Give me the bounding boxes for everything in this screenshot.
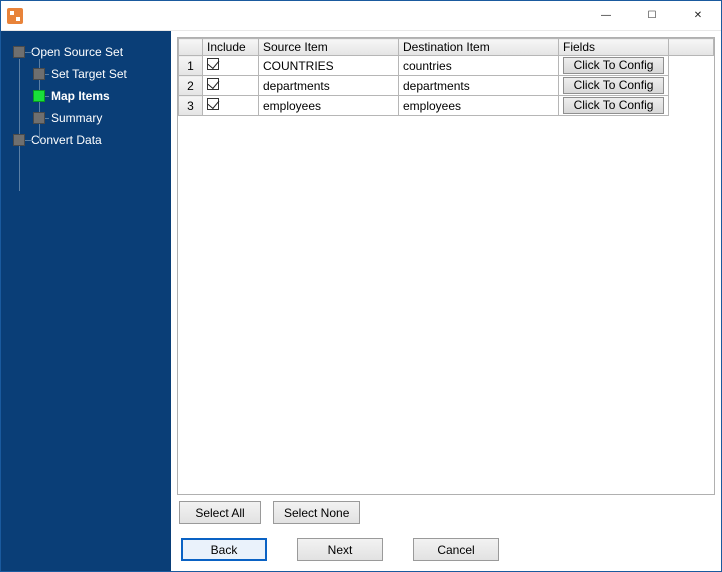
back-button[interactable]: Back [181,538,267,561]
grid-header-include[interactable]: Include [203,39,259,56]
source-item-cell[interactable]: employees [259,96,399,116]
grid-header-corner [179,39,203,56]
source-item-cell[interactable]: departments [259,76,399,96]
fields-cell: Click To Config [559,76,669,96]
include-cell[interactable] [203,96,259,116]
step-summary[interactable]: Summary [7,107,165,129]
wizard-nav-buttons: Back Next Cancel [177,530,715,561]
grid-header-destination[interactable]: Destination Item [399,39,559,56]
step-set-target-set[interactable]: Set Target Set [7,63,165,85]
include-cell[interactable] [203,56,259,76]
row-spacer [669,96,714,116]
step-convert-data[interactable]: Convert Data [7,129,165,151]
destination-item-cell[interactable]: departments [399,76,559,96]
row-spacer [669,56,714,76]
include-cell[interactable] [203,76,259,96]
fields-cell: Click To Config [559,56,669,76]
row-number[interactable]: 2 [179,76,203,96]
minimize-button[interactable]: — [583,1,629,30]
step-map-items[interactable]: Map Items [7,85,165,107]
window-controls: — ☐ ✕ [583,1,721,30]
row-number[interactable]: 1 [179,56,203,76]
maximize-button[interactable]: ☐ [629,1,675,30]
next-button[interactable]: Next [297,538,383,561]
app-icon [7,8,23,24]
mapping-grid: Include Source Item Destination Item Fie… [177,37,715,495]
include-checkbox[interactable] [207,78,219,90]
row-number[interactable]: 3 [179,96,203,116]
wizard-steps-sidebar: Open Source Set Set Target Set Map Items [1,31,171,571]
row-spacer [669,76,714,96]
step-open-source-set[interactable]: Open Source Set [7,41,165,63]
grid-header-fields[interactable]: Fields [559,39,669,56]
table-row: 1 COUNTRIEScountriesClick To Config [179,56,714,76]
titlebar: — ☐ ✕ [1,1,721,31]
close-button[interactable]: ✕ [675,1,721,30]
step-label: Open Source Set [31,45,123,59]
select-none-button[interactable]: Select None [273,501,360,524]
step-label: Summary [51,111,102,125]
step-label: Set Target Set [51,67,127,81]
main-panel: Include Source Item Destination Item Fie… [171,31,721,571]
config-fields-button[interactable]: Click To Config [563,97,664,114]
wizard-window: — ☐ ✕ Open Source Set Set Ta [0,0,722,572]
fields-cell: Click To Config [559,96,669,116]
selection-buttons: Select All Select None [177,495,715,530]
destination-item-cell[interactable]: employees [399,96,559,116]
cancel-button[interactable]: Cancel [413,538,499,561]
include-checkbox[interactable] [207,58,219,70]
grid-header-spacer [669,39,714,56]
step-label: Map Items [51,89,110,103]
grid-header-row: Include Source Item Destination Item Fie… [179,39,714,56]
table-row: 2departmentsdepartmentsClick To Config [179,76,714,96]
grid-header-source[interactable]: Source Item [259,39,399,56]
table-row: 3employeesemployeesClick To Config [179,96,714,116]
include-checkbox[interactable] [207,98,219,110]
config-fields-button[interactable]: Click To Config [563,77,664,94]
step-label: Convert Data [31,133,102,147]
destination-item-cell[interactable]: countries [399,56,559,76]
select-all-button[interactable]: Select All [179,501,261,524]
config-fields-button[interactable]: Click To Config [563,57,664,74]
source-item-cell[interactable]: COUNTRIES [259,56,399,76]
